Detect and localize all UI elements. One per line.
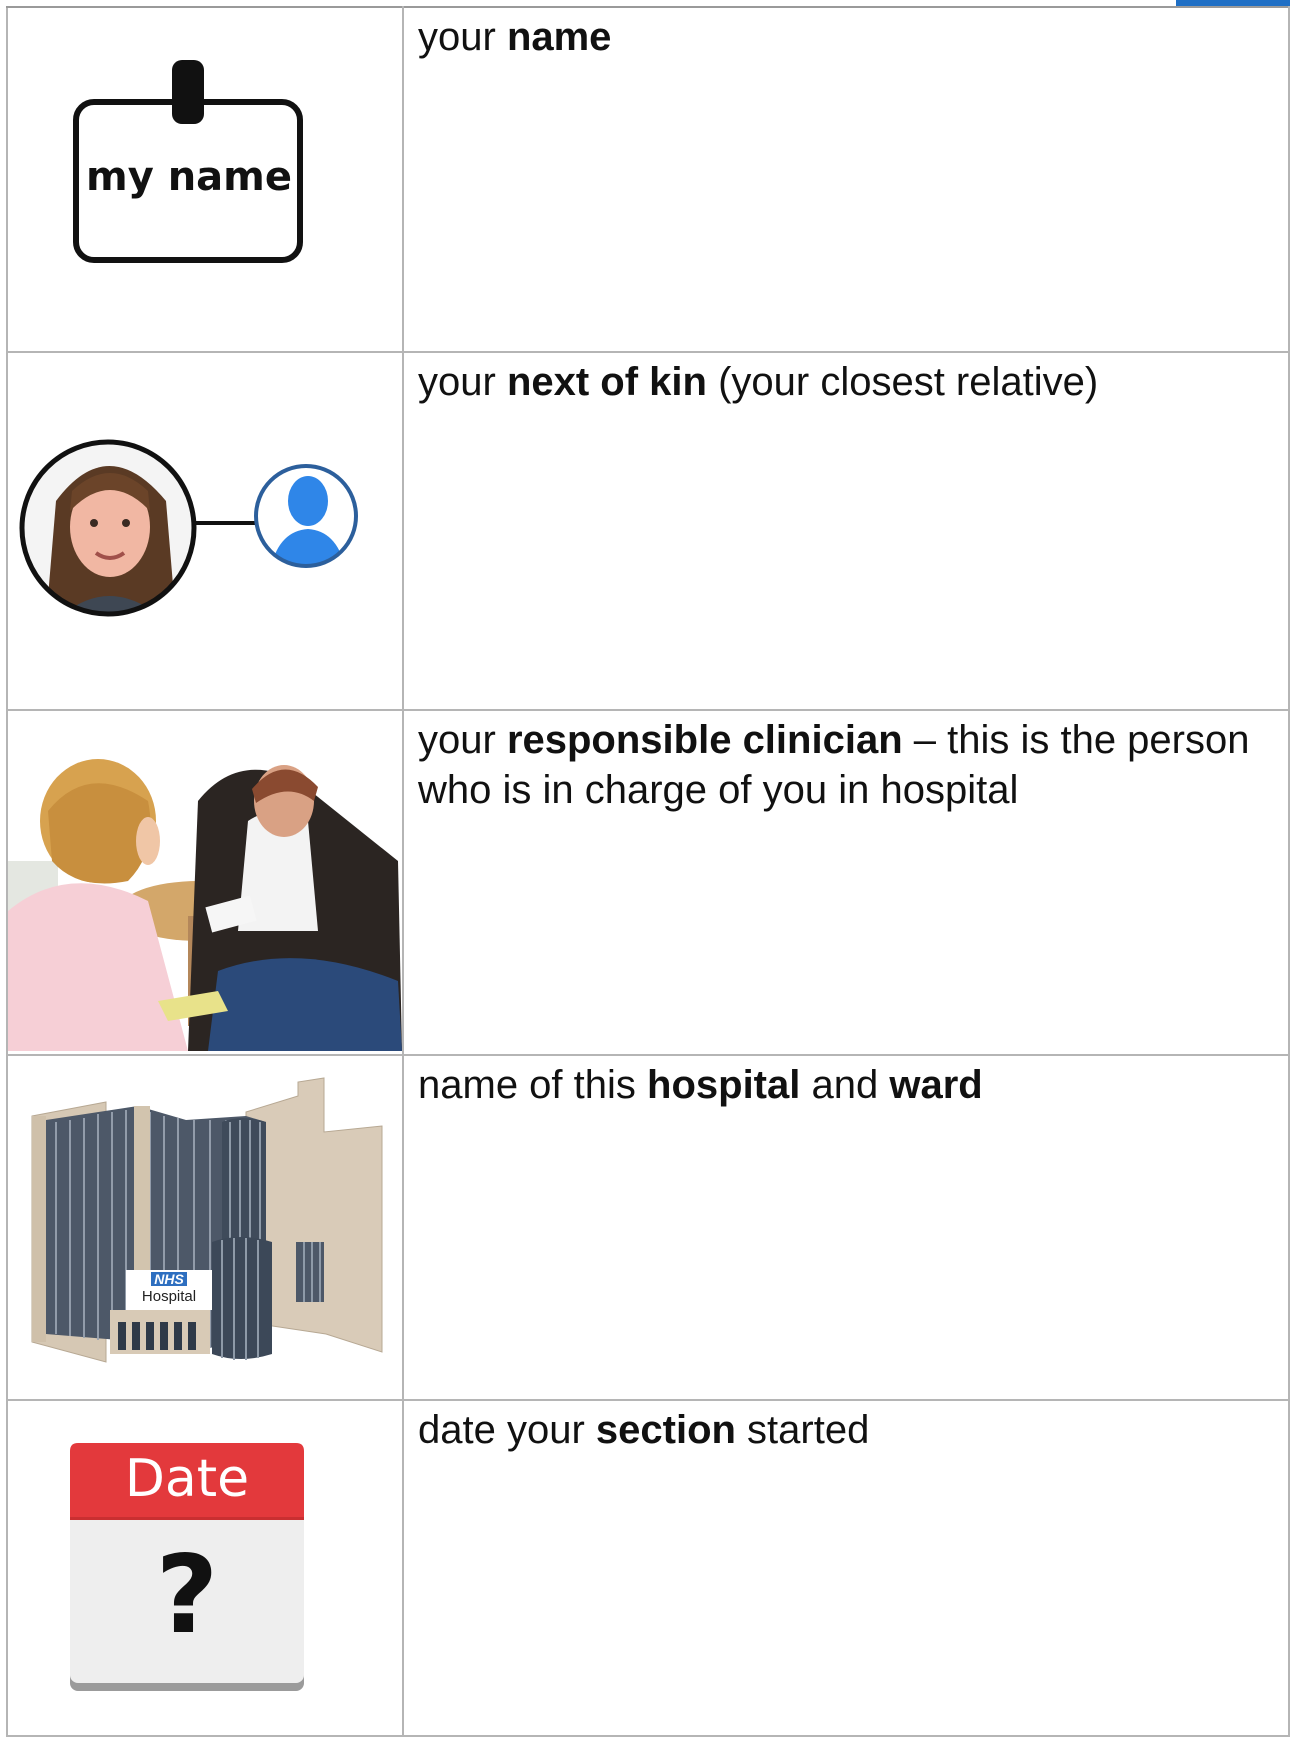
row-description: name of this hospital and ward [402, 1054, 1290, 1401]
calendar-date-icon: Date ? [68, 1441, 306, 1701]
key-term: section [595, 1408, 736, 1452]
description-text: your [418, 360, 507, 404]
description-text: your [418, 718, 507, 762]
description-text: date your [418, 1408, 596, 1452]
row-description: your name [402, 6, 1290, 353]
image-cell: Date ? [6, 1399, 404, 1737]
hospital-sign-text: Hospital [141, 1288, 197, 1305]
image-cell [6, 709, 404, 1056]
clinician-meeting-photo [9, 741, 401, 1051]
description-text: your [418, 15, 507, 59]
table-row: my name your name [6, 6, 1290, 353]
calendar-header: Date [124, 1449, 250, 1509]
description-text: started [735, 1408, 870, 1452]
hospital-building-icon: NHS Hospital [26, 1072, 386, 1372]
description-text: and [800, 1063, 890, 1107]
key-term: name [506, 15, 612, 59]
information-table: my name your name your next of kin (your… [6, 6, 1290, 1737]
key-term: next of kin [506, 360, 707, 404]
key-term: responsible clinician [506, 718, 903, 762]
image-cell: my name [6, 6, 404, 353]
key-term: ward [889, 1063, 983, 1107]
image-cell [6, 351, 404, 711]
table-row: NHS Hospital name of this hospital and w… [6, 1054, 1290, 1401]
table-row: your next of kin (your closest relative) [6, 351, 1290, 711]
row-description: your responsible clinician – this is the… [402, 709, 1290, 1056]
badge-text: my name [86, 154, 292, 200]
next-of-kin-icon [16, 431, 368, 621]
row-description: your next of kin (your closest relative) [402, 351, 1290, 711]
description-text: (your closest relative) [706, 360, 1099, 404]
table-row: your responsible clinician – this is the… [6, 709, 1290, 1056]
hospital-sign: NHS Hospital [126, 1270, 212, 1310]
question-mark-icon: ? [155, 1533, 219, 1658]
row-description: date your section started [402, 1399, 1290, 1737]
nhs-logo: NHS [151, 1272, 187, 1286]
table-row: Date ? date your section started [6, 1399, 1290, 1737]
description-text: name of this [418, 1063, 648, 1107]
relative-photo [22, 442, 194, 614]
name-badge-icon: my name [72, 56, 306, 266]
key-term: hospital [647, 1063, 801, 1107]
image-cell: NHS Hospital [6, 1054, 404, 1401]
